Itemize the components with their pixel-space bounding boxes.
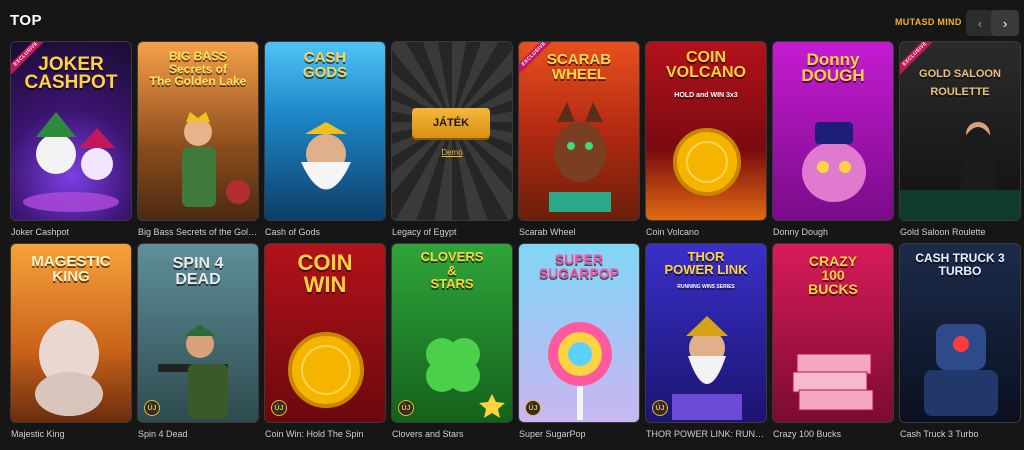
lion-illustration	[35, 320, 103, 416]
prev-button[interactable]: ‹	[966, 10, 994, 36]
game-tile[interactable]: Donny DOUGH Donny Dough	[772, 41, 894, 237]
game-tile[interactable]: THOR POWER LINK RUNNING WINS SERIES ÚJ T…	[645, 243, 767, 439]
coin-illustration	[673, 128, 741, 196]
new-badge: ÚJ	[525, 400, 541, 416]
game-tile[interactable]: CASH TRUCK 3 TURBO Cash Truck 3 Turbo	[899, 243, 1021, 439]
game-tile[interactable]: EXCLUSIVE GOLD SALOON ROULETTE Gold Salo…	[899, 41, 1021, 237]
game-thumbnail[interactable]: JÁTÉK Demó	[391, 41, 513, 221]
game-caption[interactable]: Donny Dough	[773, 227, 894, 237]
game-tile[interactable]: JÁTÉK Demó Legacy of Egypt	[391, 41, 513, 237]
game-tile[interactable]: CRAZY 100 BUCKS Crazy 100 Bucks	[772, 243, 894, 439]
section-title: TOP	[10, 12, 43, 29]
chevron-right-icon: ›	[1002, 15, 1008, 31]
game-thumbnail[interactable]: EXCLUSIVE JOKER CASHPOT	[10, 41, 132, 221]
game-tile[interactable]: SPIN 4 DEAD ÚJ Spin 4 Dead	[137, 243, 259, 439]
game-caption[interactable]: Legacy of Egypt	[392, 227, 513, 237]
new-badge: ÚJ	[144, 400, 160, 416]
game-thumbnail[interactable]: COIN VOLCANO HOLD and WIN 3x3	[645, 41, 767, 221]
game-tile[interactable]: MAGESTIC KING Majestic King	[10, 243, 132, 439]
game-caption[interactable]: Clovers and Stars	[392, 429, 513, 439]
thor-illustration	[672, 316, 742, 420]
clown-illustration	[802, 122, 866, 202]
game-thumbnail[interactable]: EXCLUSIVE SCARAB WHEEL	[518, 41, 640, 221]
new-badge: ÚJ	[652, 400, 668, 416]
new-badge: ÚJ	[271, 400, 287, 416]
soldier-illustration	[158, 324, 228, 419]
game-caption[interactable]: Crazy 100 Bucks	[773, 429, 894, 439]
game-thumbnail[interactable]: BIG BASS Secrets of The Golden Lake	[137, 41, 259, 221]
game-caption[interactable]: THOR POWER LINK: RUNNING ...	[646, 429, 767, 439]
demo-link[interactable]: Demó	[392, 148, 512, 157]
play-button[interactable]: JÁTÉK	[412, 108, 490, 138]
game-thumbnail[interactable]: SPIN 4 DEAD ÚJ	[137, 243, 259, 423]
game-caption[interactable]: Spin 4 Dead	[138, 429, 259, 439]
dealer-illustration	[900, 122, 1020, 220]
joker-illustration	[23, 112, 119, 212]
game-thumbnail[interactable]: COIN WIN ÚJ	[264, 243, 386, 423]
new-badge: ÚJ	[398, 400, 414, 416]
game-caption[interactable]: Big Bass Secrets of the Golden ...	[138, 227, 259, 237]
show-all-link[interactable]: MUTASD MIND	[895, 17, 962, 27]
game-caption[interactable]: Coin Win: Hold The Spin	[265, 429, 386, 439]
game-tile[interactable]: COIN WIN ÚJ Coin Win: Hold The Spin	[264, 243, 386, 439]
game-thumbnail[interactable]: Donny DOUGH	[772, 41, 894, 221]
zeus-illustration	[301, 122, 351, 190]
game-tile[interactable]: COIN VOLCANO HOLD and WIN 3x3 Coin Volca…	[645, 41, 767, 237]
next-button[interactable]: ›	[991, 10, 1019, 36]
section-header: TOP MUTASD MIND ‹ ›	[0, 0, 1024, 40]
game-thumbnail[interactable]: CASH TRUCK 3 TURBO	[899, 243, 1021, 423]
chevron-left-icon: ‹	[977, 15, 983, 31]
game-thumbnail[interactable]: MAGESTIC KING	[10, 243, 132, 423]
game-caption[interactable]: Super SugarPop	[519, 429, 640, 439]
clover-illustration	[426, 338, 505, 418]
game-tile[interactable]: CLOVERS & STARS ÚJ Clovers and Stars	[391, 243, 513, 439]
cash-stack-illustration	[792, 353, 874, 411]
game-caption[interactable]: Cash of Gods	[265, 227, 386, 237]
game-thumbnail[interactable]: CRAZY 100 BUCKS	[772, 243, 894, 423]
game-caption[interactable]: Coin Volcano	[646, 227, 767, 237]
cat-illustration	[549, 102, 611, 212]
game-thumbnail[interactable]: EXCLUSIVE GOLD SALOON ROULETTE	[899, 41, 1021, 221]
fisherman-illustration	[182, 112, 250, 207]
game-thumbnail[interactable]: THOR POWER LINK RUNNING WINS SERIES ÚJ	[645, 243, 767, 423]
game-tile[interactable]: CASH GODS Cash of Gods	[264, 41, 386, 237]
game-caption[interactable]: Cash Truck 3 Turbo	[900, 429, 1021, 439]
coin-illustration	[288, 332, 364, 408]
game-tile[interactable]: SUPER SUGARPOP ÚJ Super SugarPop	[518, 243, 640, 439]
game-tile[interactable]: EXCLUSIVE SCARAB WHEEL Scarab Wheel	[518, 41, 640, 237]
game-caption[interactable]: Majestic King	[11, 429, 132, 439]
game-thumbnail[interactable]: SUPER SUGARPOP ÚJ	[518, 243, 640, 423]
game-tile[interactable]: EXCLUSIVE JOKER CASHPOT Joker Cashpot	[10, 41, 132, 237]
game-thumbnail[interactable]: CASH GODS	[264, 41, 386, 221]
game-caption[interactable]: Scarab Wheel	[519, 227, 640, 237]
lollipop-illustration	[548, 322, 612, 420]
game-thumbnail[interactable]: CLOVERS & STARS ÚJ	[391, 243, 513, 423]
game-caption[interactable]: Gold Saloon Roulette	[900, 227, 1021, 237]
game-tile[interactable]: BIG BASS Secrets of The Golden Lake Big …	[137, 41, 259, 237]
game-caption[interactable]: Joker Cashpot	[11, 227, 132, 237]
robot-illustration	[924, 324, 998, 416]
